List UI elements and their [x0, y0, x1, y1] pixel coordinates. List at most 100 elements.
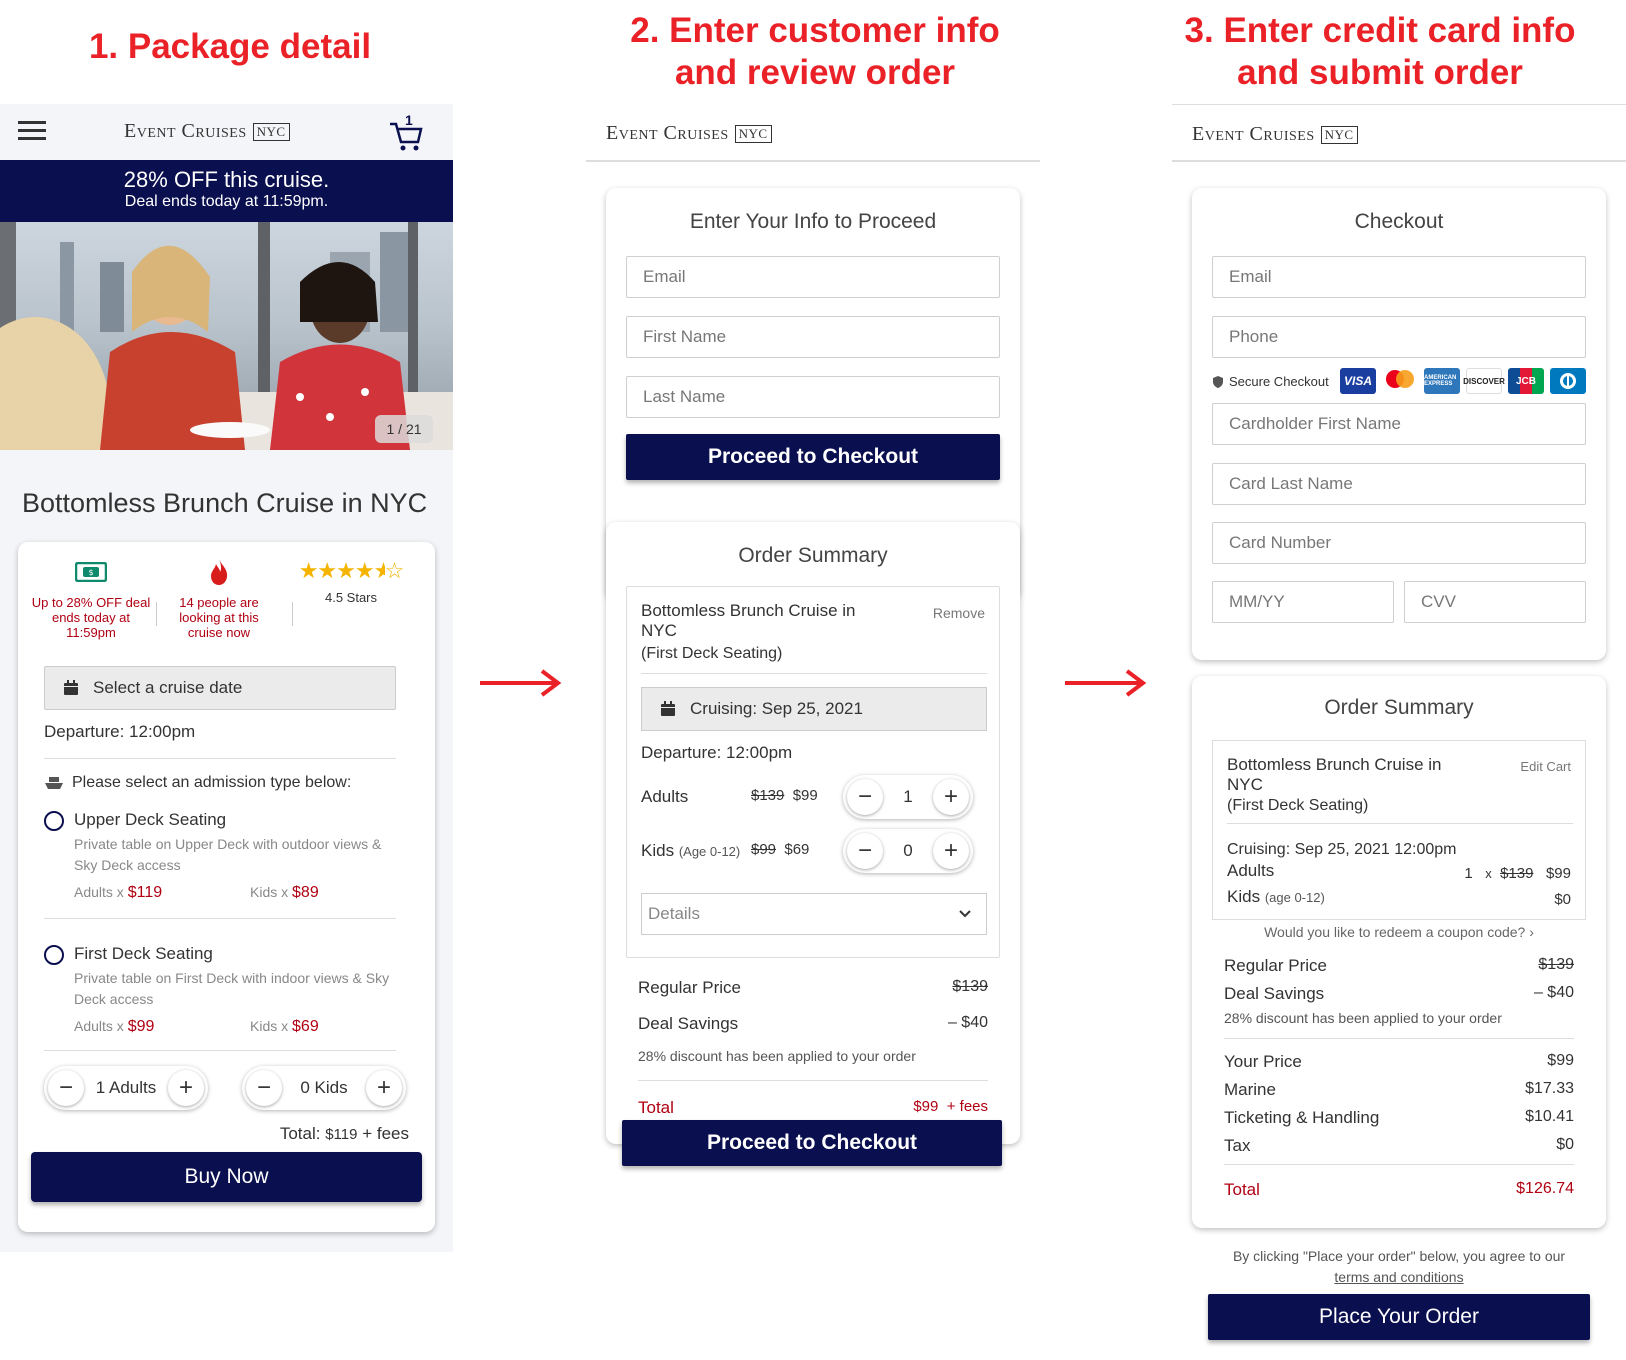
- checkout-title: Checkout: [1354, 210, 1444, 233]
- package-title: Bottomless Brunch Cruise in NYC: [22, 488, 428, 518]
- flame-icon: [211, 559, 228, 585]
- admission-prompt: Please select an admission type below:: [44, 774, 351, 792]
- admission-option-upper-deck[interactable]: Upper Deck Seating Private table on Uppe…: [44, 808, 396, 918]
- item-divider: [1227, 823, 1573, 824]
- proceed-to-checkout-button-bottom[interactable]: Proceed to Checkout: [622, 1120, 1002, 1166]
- kids-label: Kids (age 0-12): [1227, 887, 1325, 906]
- cart-count: 1: [405, 112, 413, 128]
- header: Event Cruises NYC: [586, 104, 1040, 162]
- discount-note: 28% discount has been applied to your or…: [1224, 1010, 1502, 1026]
- discount-note: 28% discount has been applied to your or…: [638, 1048, 916, 1064]
- adults-label: Adults: [641, 787, 689, 806]
- regular-price-value: $139: [952, 978, 988, 995]
- total-value: $99 + fees: [913, 1098, 988, 1115]
- regular-price-label: Regular Price: [638, 978, 741, 997]
- promo-banner: 28% OFF this cruise. Deal ends today at …: [0, 160, 453, 222]
- coupon-link[interactable]: Would you like to redeem a coupon code? …: [1192, 924, 1606, 940]
- kids-qty-stepper: − 0 +: [843, 829, 973, 873]
- expiry-input[interactable]: MM/YY: [1212, 581, 1394, 623]
- promo-title: 28% OFF this cruise.: [123, 167, 330, 192]
- minus-button[interactable]: −: [847, 779, 883, 815]
- your-price-value: $99: [1547, 1052, 1574, 1069]
- adults-qty-stepper: − 1 +: [843, 775, 973, 819]
- feature-deal: $ Up to 28% OFF deal ends today at 11:59…: [26, 561, 156, 640]
- plus-button[interactable]: +: [168, 1070, 204, 1106]
- plus-button[interactable]: +: [366, 1070, 402, 1106]
- select-date-button[interactable]: Select a cruise date: [44, 666, 396, 710]
- tax-value: $0: [1556, 1136, 1574, 1153]
- arrow-right-icon: [480, 669, 562, 697]
- your-price-label: Your Price: [1224, 1052, 1302, 1071]
- brand-logo[interactable]: Event Cruises NYC: [1192, 123, 1358, 146]
- brand-logo[interactable]: Event Cruises NYC: [606, 122, 772, 145]
- first-name-input[interactable]: First Name: [626, 316, 1000, 358]
- feature-rating: ★★★★★☆ 4.5 Stars: [296, 560, 406, 606]
- card-number-input[interactable]: Card Number: [1212, 522, 1586, 564]
- phone-input[interactable]: Phone: [1212, 316, 1586, 358]
- customer-info-screen: Event Cruises NYC Enter Your Info to Proc…: [586, 104, 1040, 1224]
- package-detail-screen: Event Cruises NYC 1 28% OFF this cruise. …: [0, 104, 453, 1252]
- terms-link[interactable]: terms and conditions: [1172, 1267, 1626, 1288]
- card-last-name-input[interactable]: Card Last Name: [1212, 463, 1586, 505]
- step3-title: 3. Enter credit card info and submit orde…: [1184, 11, 1576, 92]
- email-input[interactable]: Email: [626, 256, 1000, 298]
- adults-label: Adults: [1227, 861, 1275, 880]
- promo-subtitle: Deal ends today at 11:59pm.: [124, 193, 329, 210]
- cart-item: Bottomless Brunch Cruise in NYC (First D…: [626, 586, 1000, 958]
- brand-logo[interactable]: Event Cruises NYC: [124, 120, 290, 143]
- proceed-to-checkout-button[interactable]: Proceed to Checkout: [626, 434, 1000, 480]
- buy-now-button[interactable]: Buy Now: [31, 1152, 422, 1202]
- cruise-date-display[interactable]: Cruising: Sep 25, 2021: [641, 687, 987, 731]
- visa-icon: VISA: [1340, 368, 1376, 394]
- summary-title: Order Summary: [738, 544, 888, 567]
- header: Event Cruises NYC: [1172, 104, 1626, 162]
- section-divider: [44, 918, 396, 919]
- feature-divider: [292, 602, 293, 626]
- cart-item: Bottomless Brunch Cruise in NYC (First D…: [1212, 740, 1586, 920]
- total-divider: [638, 1080, 988, 1081]
- deal-savings-value: – $40: [947, 1014, 988, 1031]
- departure-time: Departure: 12:00pm: [641, 743, 793, 762]
- kids-price: $99 $69: [751, 841, 810, 858]
- photo-counter: 1 / 21: [375, 415, 433, 443]
- item-divider: [641, 673, 987, 674]
- item-variant: (First Deck Seating): [641, 645, 783, 662]
- marine-value: $17.33: [1525, 1080, 1574, 1097]
- diners-club-icon: [1550, 368, 1586, 394]
- amex-icon: AMERICAN EXPRESS: [1424, 368, 1460, 394]
- item-name: Bottomless Brunch Cruise in NYC: [641, 601, 856, 640]
- last-name-input[interactable]: Last Name: [626, 376, 1000, 418]
- marine-label: Marine: [1224, 1080, 1276, 1099]
- svg-text:$: $: [88, 568, 93, 577]
- cart-button[interactable]: 1: [388, 112, 428, 152]
- form-title: Enter Your Info to Proceed: [689, 210, 937, 233]
- admission-option-first-deck[interactable]: First Deck Seating Private table on Firs…: [44, 942, 396, 1052]
- radio-button[interactable]: [44, 811, 64, 831]
- radio-button[interactable]: [44, 945, 64, 965]
- details-dropdown[interactable]: Details: [641, 893, 987, 935]
- section-divider: [44, 758, 396, 759]
- payment-screen: Event Cruises NYC Checkout Email Phone Se…: [1172, 104, 1626, 1360]
- plus-button[interactable]: +: [933, 833, 969, 869]
- cruise-date: Cruising: Sep 25, 2021 12:00pm: [1227, 841, 1457, 858]
- edit-cart-link[interactable]: Edit Cart: [1520, 759, 1571, 774]
- menu-icon[interactable]: [18, 120, 46, 142]
- feature-popularity: 14 people are looking at this cruise now: [164, 558, 274, 640]
- section-divider: [44, 1050, 396, 1051]
- email-input[interactable]: Email: [1212, 256, 1586, 298]
- ship-icon: [45, 777, 63, 789]
- minus-button[interactable]: −: [246, 1070, 282, 1106]
- remove-link[interactable]: Remove: [933, 605, 985, 621]
- minus-button[interactable]: −: [847, 833, 883, 869]
- cvv-input[interactable]: CVV: [1404, 581, 1586, 623]
- order-total: Total: $119 + fees: [279, 1124, 409, 1143]
- minus-button[interactable]: −: [48, 1070, 84, 1106]
- place-order-button[interactable]: Place Your Order: [1208, 1294, 1590, 1340]
- cardholder-first-name-input[interactable]: Cardholder First Name: [1212, 403, 1586, 445]
- hero-photo[interactable]: 1 / 21: [0, 222, 453, 450]
- plus-button[interactable]: +: [933, 779, 969, 815]
- regular-price-label: Regular Price: [1224, 956, 1327, 975]
- deal-savings-label: Deal Savings: [638, 1014, 739, 1033]
- secure-checkout: Secure Checkout: [1212, 374, 1329, 389]
- jcb-icon: JCB: [1508, 368, 1544, 394]
